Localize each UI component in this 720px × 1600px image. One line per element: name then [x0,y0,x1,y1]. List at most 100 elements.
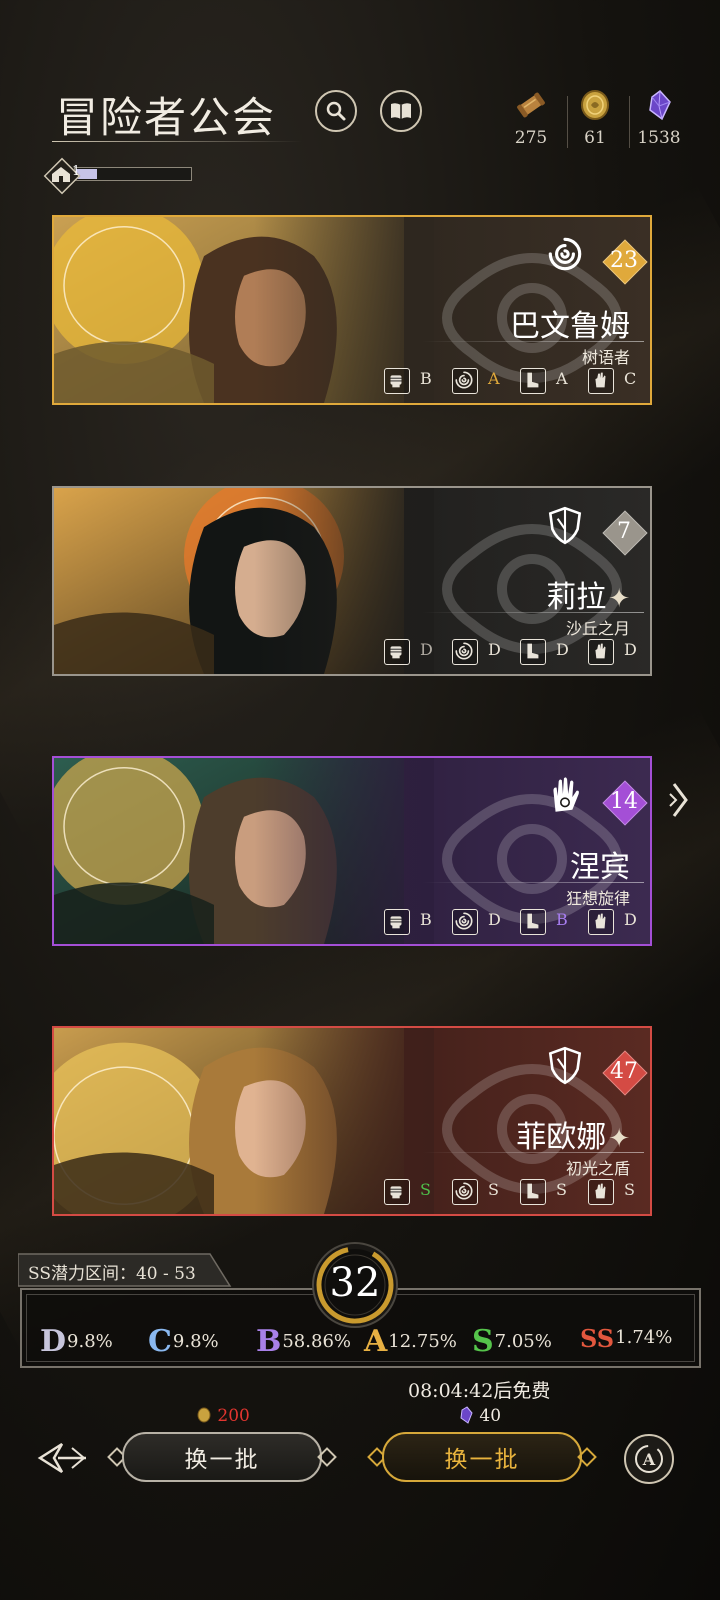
hero-title: 树语者 [581,348,630,367]
gold-coin-icon [581,90,609,120]
stat-grade: D [488,910,501,929]
guild-level-number: 1 [72,164,81,179]
resource-scroll: 275 [496,88,566,148]
stat-grade: D [488,640,501,659]
hand-icon [588,909,614,935]
grade-rate-item: S7.05% [472,1324,552,1359]
refresh-crystal-button[interactable]: 换一批 [367,1432,597,1482]
hero-level: 14 [610,789,638,814]
back-arrow-button[interactable] [36,1438,90,1478]
grade-rate: 9.8% [67,1331,113,1352]
refresh-countdown: 32 [310,1240,410,1340]
shield-icon [544,1044,586,1086]
hand-icon [588,368,614,394]
hero-level: 7 [617,519,631,544]
fist-icon [384,639,410,665]
search-icon [326,101,346,121]
scroll-icon [517,92,545,118]
stat-grade: S [488,1180,499,1199]
hero-name-row: 巴文鲁姆 [510,301,630,345]
fist-icon [384,368,410,394]
grade-letter: S [472,1324,494,1359]
grade-letter: D [40,1324,67,1359]
swirl-icon [544,233,586,275]
adventurer-card[interactable]: 47 菲欧娜✦ 初光之盾 S S S S [52,1026,652,1216]
hand-icon [588,639,614,665]
hero-title: 初光之盾 [565,1159,630,1178]
grade-rate: 9.8% [172,1331,219,1352]
guild-house-icon [52,167,70,182]
refresh-gold-button[interactable]: 换一批 [107,1432,337,1482]
stat-grade: B [420,910,432,929]
boot-icon [520,1179,546,1205]
grade-letter: SS [580,1324,615,1353]
refresh-crystal-label: 换一批 [382,1432,582,1482]
stat-grade: D [624,910,637,929]
stat-grade: S [624,1180,635,1199]
grade-letter: B [256,1324,282,1359]
swirl-icon [452,368,478,394]
stat-grades: S S S S [384,1178,644,1206]
star-icon: ✦ [608,584,630,614]
ss-potential-range: SS潜力区间：40 - 53 [28,1264,196,1284]
auto-icon: A [635,1445,663,1473]
name-divider [422,341,644,342]
stat-grade: A [556,369,568,388]
title-underline [52,141,302,142]
hero-name: 巴文鲁姆 [510,309,630,344]
palm-icon [544,774,586,816]
hero-level-badge: 23 [602,239,648,285]
auto-button[interactable]: A [624,1434,674,1484]
search-button[interactable] [315,90,357,132]
hero-level-badge: 7 [602,510,648,556]
hero-level-badge: 14 [602,780,648,826]
gold-coin-icon [197,1407,211,1423]
guide-book-button[interactable] [380,90,422,132]
hero-name-row: 涅宾 [570,842,630,886]
stat-grade: A [488,369,500,388]
grade-letter: C [148,1324,172,1359]
stat-grades: B A A C [384,367,644,395]
crystal-cost: 40 [458,1406,501,1426]
star-icon: ✦ [608,1124,630,1154]
hero-name: 莉拉 [546,580,607,615]
stat-grade: C [624,369,637,388]
fist-icon [384,1179,410,1205]
adventurer-card[interactable]: 14 涅宾 狂想旋律 B D B D [52,756,652,946]
swirl-icon [452,909,478,935]
resource-gold: 61 [560,88,630,148]
hero-name-row: 莉拉✦ [546,572,630,616]
gold-cost-value: 200 [217,1406,250,1426]
stat-grade: B [420,369,432,388]
hero-level-badge: 47 [602,1050,648,1096]
grade-rate-item: D9.8% [40,1324,113,1359]
hero-title: 狂想旋律 [565,889,630,908]
swirl-icon [452,1179,478,1205]
stat-grade: S [556,1180,567,1199]
crystal-count: 1538 [637,128,681,148]
adventurer-card[interactable]: 7 莉拉✦ 沙丘之月 D D D D [52,486,652,676]
boot-icon [520,368,546,394]
scroll-count: 275 [514,128,548,148]
countdown-value: 32 [329,1260,381,1306]
hero-name-row: 菲欧娜✦ [516,1112,630,1156]
purple-crystal-icon [460,1406,473,1424]
ss-potential-tab: SS潜力区间：40 - 53 [17,1250,233,1288]
hero-level: 47 [610,1059,638,1084]
stat-grade: B [556,910,568,929]
boot-icon [520,639,546,665]
grade-rate-item: SS1.74% [580,1324,672,1353]
crystal-cost-value: 40 [479,1406,502,1426]
shield-icon [544,504,586,546]
refresh-gold-label: 换一批 [122,1432,322,1482]
stat-grades: B D B D [384,908,644,936]
guild-level-bar: 1 [43,157,194,195]
fist-icon [384,909,410,935]
gold-cost: 200 [196,1406,250,1426]
adventurer-card[interactable]: 23 巴文鲁姆 树语者 B A A C [52,215,652,405]
gold-count: 61 [584,128,606,148]
next-page-arrow-icon[interactable] [666,780,694,820]
swirl-icon [452,639,478,665]
svg-text:A: A [642,1450,656,1469]
resource-crystal: 1538 [624,88,694,148]
